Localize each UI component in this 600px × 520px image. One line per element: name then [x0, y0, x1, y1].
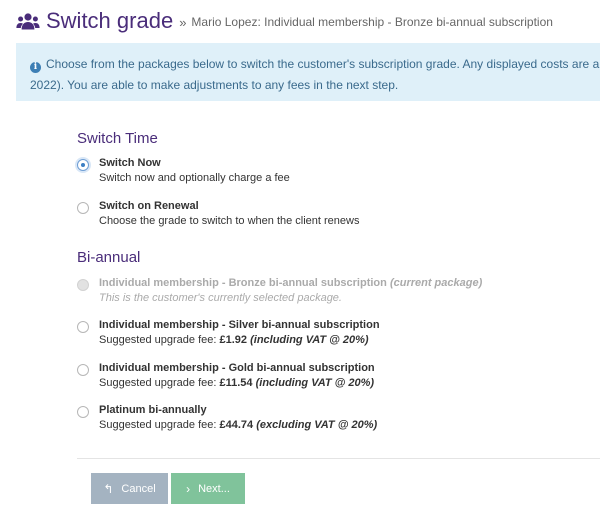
switch-on-renewal-title: Switch on Renewal [99, 200, 199, 212]
undo-icon: ↰ [103, 481, 114, 496]
package-silver-title: Individual membership - Silver bi-annual… [99, 319, 380, 331]
option-package-platinum[interactable]: Platinum bi-annually Suggested upgrade f… [77, 403, 587, 433]
fee-amount: £11.54 [219, 377, 253, 389]
switch-now-radio[interactable] [77, 159, 89, 171]
vat-note: (excluding VAT @ 20%) [256, 419, 378, 431]
biannual-heading: Bi-annual [77, 249, 141, 266]
info-line-2: 2022). You are able to make adjustments … [30, 75, 586, 96]
current-package-title: Individual membership - Bronze bi-annual… [99, 276, 587, 291]
option-switch-now[interactable]: Switch Now Switch now and optionally cha… [77, 156, 587, 186]
fee-label: Suggested upgrade fee: [99, 419, 217, 431]
info-text-2: 2022). You are able to make adjustments … [30, 78, 399, 92]
fee-amount: £44.74 [219, 419, 254, 431]
vat-note: (including VAT @ 20%) [250, 334, 369, 346]
fee-label: Suggested upgrade fee: [99, 334, 217, 346]
package-silver-fee: Suggested upgrade fee: £1.92 (including … [99, 333, 587, 348]
switch-on-renewal-radio[interactable] [77, 202, 89, 214]
users-icon [16, 13, 40, 30]
current-package-radio [77, 279, 89, 291]
current-package-desc: This is the customer's currently selecte… [99, 292, 342, 304]
option-current-package: Individual membership - Bronze bi-annual… [77, 276, 587, 306]
current-package-tag: (current package) [389, 277, 483, 289]
option-switch-on-renewal[interactable]: Switch on Renewal Choose the grade to sw… [77, 199, 587, 229]
info-icon: i [30, 62, 41, 73]
package-gold-title: Individual membership - Gold bi-annual s… [99, 362, 375, 374]
fee-label: Suggested upgrade fee: [99, 377, 217, 389]
cancel-button-label: Cancel [121, 482, 156, 495]
info-line-1: i Choose from the packages below to switc… [30, 54, 600, 75]
package-silver-radio[interactable] [77, 321, 89, 333]
switch-time-heading: Switch Time [77, 130, 158, 147]
package-platinum-title: Platinum bi-annually [99, 404, 207, 416]
breadcrumb-separator: » [179, 14, 187, 30]
package-platinum-radio[interactable] [77, 406, 89, 418]
package-gold-radio[interactable] [77, 364, 89, 376]
next-button-label: Next... [198, 482, 230, 495]
option-package-silver[interactable]: Individual membership - Silver bi-annual… [77, 318, 587, 348]
cancel-button[interactable]: ↰ Cancel [91, 473, 168, 504]
switch-now-title: Switch Now [99, 157, 161, 169]
fee-amount: £1.92 [219, 334, 248, 346]
info-text-1: Choose from the packages below to switch… [46, 57, 600, 71]
info-alert: i Choose from the packages below to switc… [16, 43, 600, 101]
switch-on-renewal-desc: Choose the grade to switch to when the c… [99, 215, 360, 227]
page-header: Switch grade » Mario Lopez: Individual m… [16, 8, 553, 36]
breadcrumb: Mario Lopez: Individual membership - Bro… [191, 15, 553, 29]
option-package-gold[interactable]: Individual membership - Gold bi-annual s… [77, 361, 587, 391]
switch-now-desc: Switch now and optionally charge a fee [99, 172, 290, 184]
package-platinum-fee: Suggested upgrade fee: £44.74 (excluding… [99, 418, 587, 433]
vat-note: (including VAT @ 20%) [255, 377, 375, 389]
chevron-right-icon: › [186, 481, 191, 496]
next-button[interactable]: › Next... [171, 473, 245, 504]
package-gold-fee: Suggested upgrade fee: £11.54 (including… [99, 376, 587, 391]
current-package-name: Individual membership - Bronze bi-annual… [99, 277, 387, 289]
form-divider [77, 458, 600, 459]
page-title: Switch grade [46, 8, 174, 33]
